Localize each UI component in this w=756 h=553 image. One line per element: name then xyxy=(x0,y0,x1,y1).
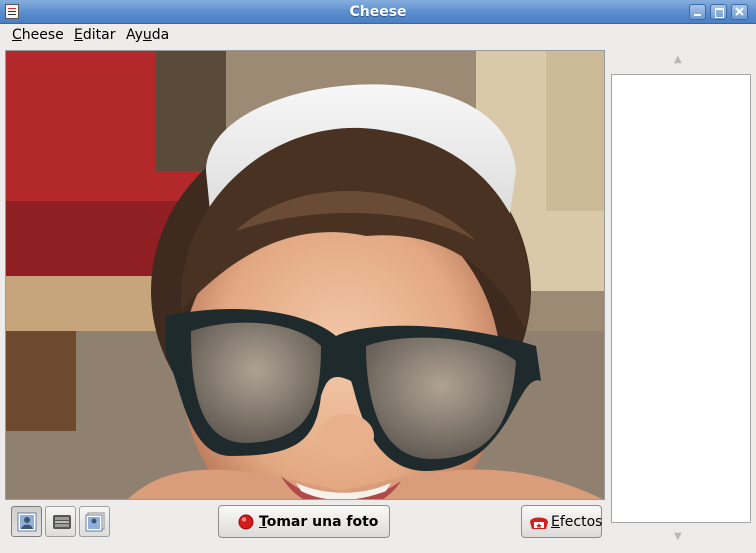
photo-stack-icon xyxy=(85,512,105,532)
scroll-up-icon[interactable]: ▲ xyxy=(674,54,682,65)
take-photo-label: Tomar una foto xyxy=(259,514,379,530)
menu-ayuda[interactable]: Ayuda xyxy=(126,27,169,43)
maximize-icon xyxy=(715,8,724,18)
menu-editar[interactable]: Editar xyxy=(74,27,115,43)
window-title: Cheese xyxy=(349,4,407,20)
minimize-icon xyxy=(694,14,701,16)
close-icon xyxy=(735,7,744,16)
preview-image xyxy=(6,51,604,499)
photo-mode-button[interactable] xyxy=(11,506,42,537)
video-mode-button[interactable] xyxy=(45,506,76,537)
menu-bar: Cheese Editar Ayuda xyxy=(0,24,756,47)
take-photo-button[interactable]: Tomar una foto xyxy=(218,505,390,538)
scroll-down-icon[interactable]: ▼ xyxy=(674,531,682,542)
close-button[interactable] xyxy=(731,4,748,20)
title-bar[interactable]: Cheese xyxy=(0,0,756,24)
photo-icon xyxy=(17,512,37,532)
effects-label: Efectos xyxy=(551,514,603,530)
minimize-button[interactable] xyxy=(689,4,706,20)
effects-button[interactable]: Efectos xyxy=(521,505,602,538)
thumbnail-panel[interactable] xyxy=(611,74,751,523)
maximize-button[interactable] xyxy=(710,4,727,20)
film-reel-icon xyxy=(53,515,71,529)
record-dot-icon xyxy=(238,514,254,530)
webcam-preview xyxy=(5,50,605,500)
menu-cheese[interactable]: Cheese xyxy=(12,27,64,43)
menu-editar-label: Editar xyxy=(74,27,116,43)
effects-icon xyxy=(530,517,548,529)
menu-cheese-label: Cheese xyxy=(12,27,64,43)
menu-ayuda-label: Ayuda xyxy=(126,27,170,43)
burst-mode-button[interactable] xyxy=(79,506,110,537)
